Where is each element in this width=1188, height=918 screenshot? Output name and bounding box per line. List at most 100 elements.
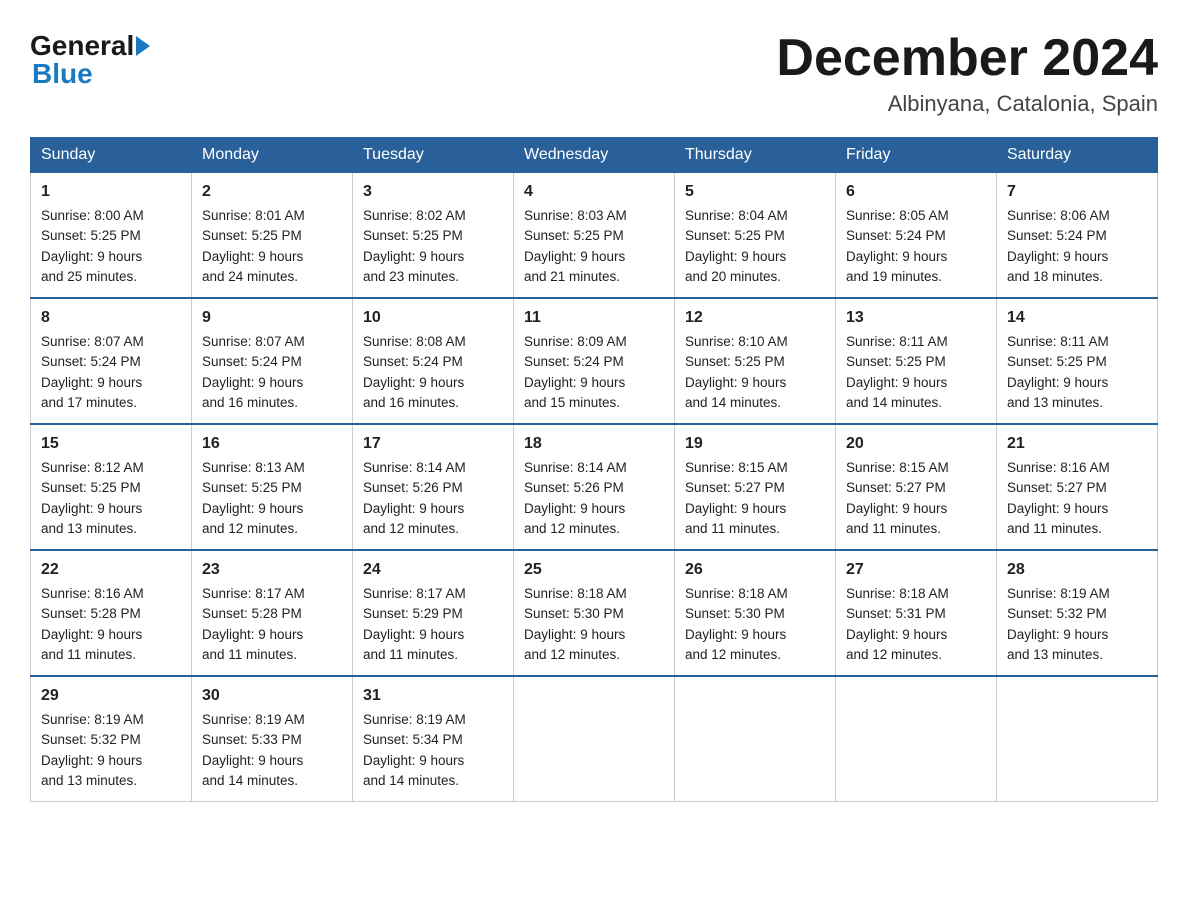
- day-info-line: Daylight: 9 hours: [846, 373, 986, 393]
- day-info-line: Sunset: 5:25 PM: [685, 352, 825, 372]
- day-number: 4: [524, 180, 664, 204]
- day-number: 17: [363, 432, 503, 456]
- calendar-header-cell: Monday: [192, 138, 353, 173]
- day-info-line: and 11 minutes.: [846, 519, 986, 539]
- day-info-line: Sunset: 5:26 PM: [524, 478, 664, 498]
- day-info-line: Sunrise: 8:11 AM: [846, 332, 986, 352]
- day-number: 3: [363, 180, 503, 204]
- calendar-day-cell: 5Sunrise: 8:04 AMSunset: 5:25 PMDaylight…: [675, 173, 836, 299]
- day-info-line: Sunset: 5:33 PM: [202, 730, 342, 750]
- day-info-line: Sunrise: 8:15 AM: [846, 458, 986, 478]
- day-info-line: Sunset: 5:30 PM: [524, 604, 664, 624]
- day-info-line: Daylight: 9 hours: [363, 499, 503, 519]
- day-info-line: and 24 minutes.: [202, 267, 342, 287]
- day-number: 25: [524, 558, 664, 582]
- day-info-line: Sunrise: 8:19 AM: [363, 710, 503, 730]
- day-info-line: Sunrise: 8:09 AM: [524, 332, 664, 352]
- day-number: 21: [1007, 432, 1147, 456]
- day-number: 19: [685, 432, 825, 456]
- calendar-header-cell: Friday: [836, 138, 997, 173]
- day-info-line: and 13 minutes.: [1007, 393, 1147, 413]
- calendar-header-cell: Tuesday: [353, 138, 514, 173]
- day-info-line: Sunset: 5:28 PM: [202, 604, 342, 624]
- day-info-line: and 21 minutes.: [524, 267, 664, 287]
- logo: General Blue: [30, 30, 152, 90]
- day-info-line: Sunrise: 8:19 AM: [202, 710, 342, 730]
- calendar-day-cell: 23Sunrise: 8:17 AMSunset: 5:28 PMDayligh…: [192, 550, 353, 676]
- calendar-day-cell: 25Sunrise: 8:18 AMSunset: 5:30 PMDayligh…: [514, 550, 675, 676]
- logo-blue-text: Blue: [32, 58, 93, 89]
- day-info-line: Sunset: 5:25 PM: [202, 226, 342, 246]
- calendar-week-row: 15Sunrise: 8:12 AMSunset: 5:25 PMDayligh…: [31, 424, 1158, 550]
- day-info-line: Daylight: 9 hours: [41, 625, 181, 645]
- calendar-header-cell: Wednesday: [514, 138, 675, 173]
- day-info-line: Sunrise: 8:19 AM: [41, 710, 181, 730]
- day-info-line: and 12 minutes.: [846, 645, 986, 665]
- calendar-body: 1Sunrise: 8:00 AMSunset: 5:25 PMDaylight…: [31, 173, 1158, 802]
- day-info-line: Sunrise: 8:18 AM: [524, 584, 664, 604]
- month-title: December 2024: [776, 30, 1158, 87]
- day-info-line: Daylight: 9 hours: [685, 499, 825, 519]
- day-info-line: Sunset: 5:24 PM: [363, 352, 503, 372]
- day-info-line: Sunrise: 8:06 AM: [1007, 206, 1147, 226]
- day-info-line: Sunset: 5:34 PM: [363, 730, 503, 750]
- calendar-header-row: SundayMondayTuesdayWednesdayThursdayFrid…: [31, 138, 1158, 173]
- calendar-table: SundayMondayTuesdayWednesdayThursdayFrid…: [30, 137, 1158, 802]
- day-info-line: Daylight: 9 hours: [1007, 247, 1147, 267]
- calendar-day-cell: 14Sunrise: 8:11 AMSunset: 5:25 PMDayligh…: [997, 298, 1158, 424]
- day-info-line: Sunset: 5:24 PM: [41, 352, 181, 372]
- day-number: 18: [524, 432, 664, 456]
- calendar-day-cell: 2Sunrise: 8:01 AMSunset: 5:25 PMDaylight…: [192, 173, 353, 299]
- day-number: 2: [202, 180, 342, 204]
- day-number: 22: [41, 558, 181, 582]
- day-info-line: Sunrise: 8:17 AM: [363, 584, 503, 604]
- day-info-line: Daylight: 9 hours: [41, 373, 181, 393]
- calendar-day-cell: 11Sunrise: 8:09 AMSunset: 5:24 PMDayligh…: [514, 298, 675, 424]
- calendar-day-cell: 19Sunrise: 8:15 AMSunset: 5:27 PMDayligh…: [675, 424, 836, 550]
- day-info-line: Sunrise: 8:15 AM: [685, 458, 825, 478]
- day-info-line: Sunset: 5:25 PM: [685, 226, 825, 246]
- calendar-day-cell: 4Sunrise: 8:03 AMSunset: 5:25 PMDaylight…: [514, 173, 675, 299]
- day-info-line: Sunset: 5:25 PM: [524, 226, 664, 246]
- day-info-line: Daylight: 9 hours: [363, 247, 503, 267]
- day-info-line: and 12 minutes.: [524, 519, 664, 539]
- calendar-day-cell: 31Sunrise: 8:19 AMSunset: 5:34 PMDayligh…: [353, 676, 514, 802]
- day-info-line: Sunrise: 8:02 AM: [363, 206, 503, 226]
- day-info-line: Sunrise: 8:07 AM: [41, 332, 181, 352]
- day-info-line: and 11 minutes.: [1007, 519, 1147, 539]
- calendar-header-cell: Sunday: [31, 138, 192, 173]
- day-info-line: and 14 minutes.: [685, 393, 825, 413]
- day-info-line: and 13 minutes.: [41, 771, 181, 791]
- day-number: 8: [41, 306, 181, 330]
- calendar-day-cell: 26Sunrise: 8:18 AMSunset: 5:30 PMDayligh…: [675, 550, 836, 676]
- day-info-line: Sunrise: 8:11 AM: [1007, 332, 1147, 352]
- calendar-day-cell: 9Sunrise: 8:07 AMSunset: 5:24 PMDaylight…: [192, 298, 353, 424]
- day-info-line: Daylight: 9 hours: [846, 625, 986, 645]
- day-info-line: Sunset: 5:25 PM: [846, 352, 986, 372]
- day-info-line: Sunrise: 8:14 AM: [363, 458, 503, 478]
- day-info-line: Daylight: 9 hours: [524, 247, 664, 267]
- day-info-line: Daylight: 9 hours: [41, 247, 181, 267]
- day-info-line: Daylight: 9 hours: [41, 751, 181, 771]
- day-number: 24: [363, 558, 503, 582]
- day-info-line: Daylight: 9 hours: [685, 373, 825, 393]
- day-info-line: Sunset: 5:26 PM: [363, 478, 503, 498]
- calendar-day-cell: 3Sunrise: 8:02 AMSunset: 5:25 PMDaylight…: [353, 173, 514, 299]
- day-info-line: and 13 minutes.: [41, 519, 181, 539]
- day-info-line: Daylight: 9 hours: [202, 751, 342, 771]
- calendar-day-cell: 21Sunrise: 8:16 AMSunset: 5:27 PMDayligh…: [997, 424, 1158, 550]
- day-info-line: and 11 minutes.: [685, 519, 825, 539]
- day-number: 13: [846, 306, 986, 330]
- day-info-line: Sunrise: 8:19 AM: [1007, 584, 1147, 604]
- calendar-week-row: 29Sunrise: 8:19 AMSunset: 5:32 PMDayligh…: [31, 676, 1158, 802]
- day-info-line: and 11 minutes.: [41, 645, 181, 665]
- day-number: 29: [41, 684, 181, 708]
- day-info-line: Sunrise: 8:18 AM: [685, 584, 825, 604]
- day-number: 1: [41, 180, 181, 204]
- day-info-line: and 20 minutes.: [685, 267, 825, 287]
- day-info-line: and 12 minutes.: [685, 645, 825, 665]
- day-number: 16: [202, 432, 342, 456]
- day-info-line: Daylight: 9 hours: [524, 625, 664, 645]
- calendar-day-cell: 29Sunrise: 8:19 AMSunset: 5:32 PMDayligh…: [31, 676, 192, 802]
- day-number: 20: [846, 432, 986, 456]
